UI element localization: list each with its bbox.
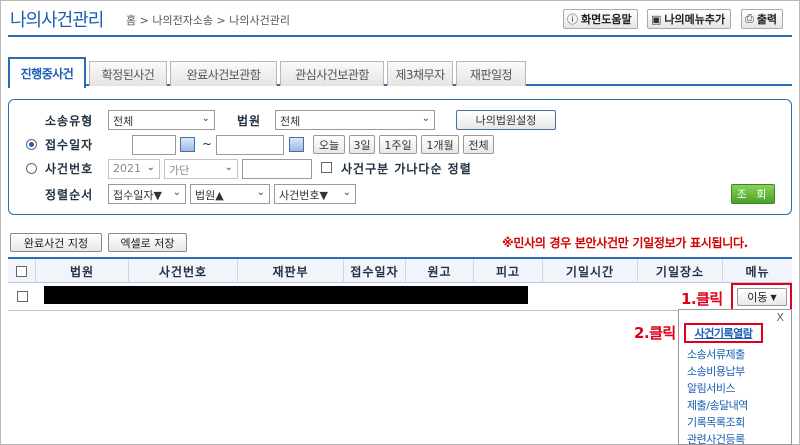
- sort-select-court[interactable]: 법원▲ ⌄: [190, 184, 270, 204]
- chevron-down-icon: ⌄: [256, 187, 265, 198]
- col-defendant: 피고: [474, 259, 543, 283]
- tab-confirmed[interactable]: 확정된사건: [89, 61, 167, 86]
- header-divider: [8, 35, 792, 37]
- menu-item-record-list[interactable]: 기록목록조회: [687, 414, 745, 430]
- search-panel: 소송유형 전체 ⌄ 법원 전체 ⌄ 나의법원설정 접수일자 ~ 오늘 3일 1주일 …: [8, 99, 792, 215]
- col-case-number: 사건번호: [129, 259, 238, 283]
- col-plaintiff: 원고: [406, 259, 474, 283]
- case-kind-select[interactable]: 가단 ⌄: [164, 159, 238, 179]
- case-type-label: 소송유형: [45, 114, 94, 128]
- close-icon[interactable]: X: [776, 311, 784, 324]
- sort-select-case-number[interactable]: 사건번호▼ ⌄: [274, 184, 356, 204]
- menu-item-pay-fees[interactable]: 소송비용납부: [687, 363, 745, 379]
- printer-icon: ⎙: [745, 12, 754, 25]
- date-separator: ~: [202, 137, 214, 151]
- menu-item-alert-service[interactable]: 알림서비스: [687, 380, 736, 396]
- end-date-input[interactable]: [216, 135, 284, 155]
- caret-down-icon: ▼: [770, 292, 777, 302]
- sort-select-date[interactable]: 접수일자▼ ⌄: [108, 184, 186, 204]
- step1-annotation: 1.클릭: [681, 290, 723, 308]
- move-dropdown-menu: X 사건기록열람 소송서류제출 소송비용납부 알림서비스 제출/송달내역 기록목…: [678, 309, 792, 445]
- receipt-date-label: 접수일자: [45, 138, 94, 152]
- print-button[interactable]: ⎙ 출력: [741, 9, 784, 29]
- my-court-settings-button[interactable]: 나의법원설정: [456, 110, 556, 130]
- menu-item-submission-history[interactable]: 제출/송달내역: [687, 397, 748, 413]
- case-type-select[interactable]: 전체 ⌄: [108, 110, 215, 130]
- calendar-icon[interactable]: [289, 137, 304, 152]
- page-title: 나의사건관리: [10, 10, 104, 31]
- period-1week-button[interactable]: 1주일: [379, 135, 417, 154]
- tab-bar: 진행중사건 확정된사건 완료사건보관함 관심사건보관함 제3채무자 재판일정: [8, 57, 792, 88]
- add-menu-button[interactable]: ▣ 나의메뉴추가: [647, 9, 732, 29]
- info-icon: ⓘ: [567, 13, 578, 26]
- col-hearing-time: 기일시간: [543, 259, 638, 283]
- chevron-down-icon: ⌄: [342, 187, 351, 198]
- move-button-highlight: 이동 ▼: [731, 283, 792, 311]
- period-1month-button[interactable]: 1개월: [421, 135, 459, 154]
- menu-add-icon: ▣: [651, 12, 662, 26]
- period-today-button[interactable]: 오늘: [313, 135, 345, 154]
- period-all-button[interactable]: 전체: [463, 135, 494, 154]
- chevron-down-icon: ⌄: [172, 187, 181, 198]
- case-table-header: 법원 사건번호 재판부 접수일자 원고 피고 기일시간 기일장소 메뉴: [8, 257, 792, 283]
- search-button[interactable]: 조 회: [731, 184, 775, 204]
- col-hearing-place: 기일장소: [638, 259, 723, 283]
- breadcrumb: 홈 > 나의전자소송 > 나의사건관리: [126, 14, 290, 27]
- year-select[interactable]: 2021 ⌄: [108, 159, 160, 179]
- chevron-down-icon: ⌄: [224, 162, 233, 173]
- period-3days-button[interactable]: 3일: [349, 135, 375, 154]
- select-all-cell: [8, 259, 36, 283]
- tab-trial-schedule[interactable]: 재판일정: [456, 61, 526, 86]
- notice-text: ※민사의 경우 본안사건만 기일정보가 표시됩니다.: [502, 236, 748, 250]
- col-receipt-date: 접수일자: [344, 259, 406, 283]
- col-court-division: 재판부: [238, 259, 344, 283]
- step2-annotation: 2.클릭: [634, 324, 676, 342]
- help-button[interactable]: ⓘ 화면도움말: [563, 9, 638, 29]
- menu-item-related-cases[interactable]: 관련사건등록: [687, 431, 745, 444]
- row-checkbox[interactable]: [17, 291, 28, 302]
- calendar-icon[interactable]: [180, 137, 195, 152]
- export-excel-button[interactable]: 엑셀로 저장: [108, 233, 187, 252]
- tab-in-progress[interactable]: 진행중사건: [8, 57, 86, 88]
- chevron-down-icon: ⌄: [201, 113, 210, 124]
- receipt-date-radio[interactable]: [26, 139, 37, 150]
- case-serial-input[interactable]: [242, 159, 312, 179]
- redacted-case-info: [44, 286, 528, 304]
- sort-by-kind-checkbox[interactable]: [321, 162, 332, 173]
- case-number-radio[interactable]: [26, 163, 37, 174]
- tab-third-debtor[interactable]: 제3채무자: [387, 61, 453, 86]
- menu-item-submit-documents[interactable]: 소송서류제출: [687, 346, 745, 362]
- case-number-label: 사건번호: [45, 162, 94, 176]
- select-all-checkbox[interactable]: [16, 265, 27, 277]
- chevron-down-icon: ⌄: [421, 113, 430, 124]
- tab-interest-archive[interactable]: 관심사건보관함: [280, 61, 384, 86]
- move-button[interactable]: 이동 ▼: [737, 288, 787, 306]
- start-date-input[interactable]: [132, 135, 176, 155]
- court-select[interactable]: 전체 ⌄: [275, 110, 435, 130]
- sort-by-kind-label: 사건구분 가나다순 정렬: [341, 162, 472, 176]
- menu-item-view-records[interactable]: 사건기록열람: [684, 323, 763, 343]
- sort-order-label: 정렬순서: [45, 188, 94, 202]
- mark-complete-button[interactable]: 완료사건 지정: [10, 233, 102, 252]
- chevron-down-icon: ⌄: [146, 162, 155, 173]
- court-label: 법원: [237, 114, 262, 128]
- col-court: 법원: [36, 259, 129, 283]
- col-menu: 메뉴: [745, 264, 770, 279]
- tab-completed-archive[interactable]: 완료사건보관함: [170, 61, 277, 86]
